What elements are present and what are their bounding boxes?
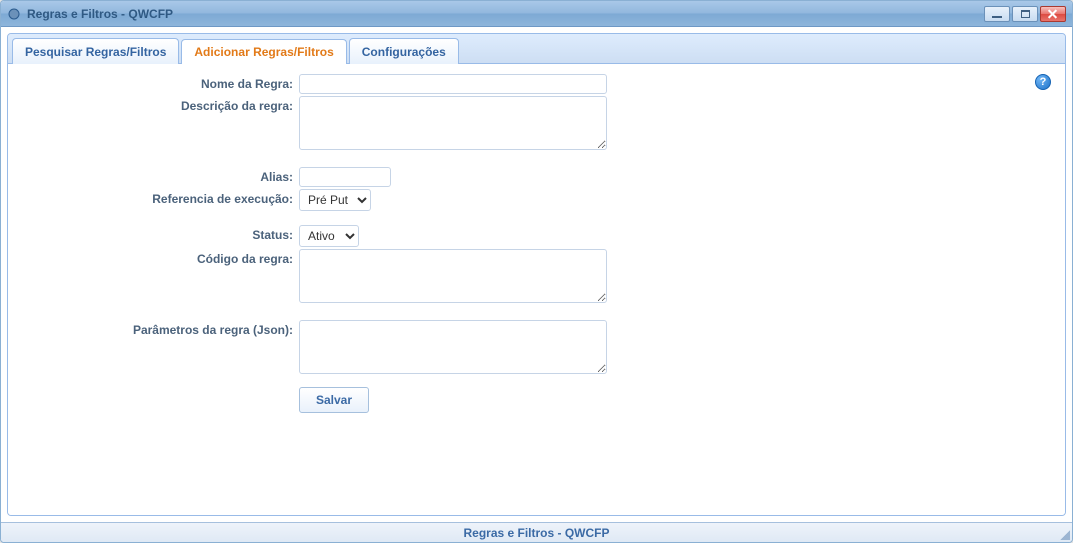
window-frame: Regras e Filtros - QWCFP Pesquisar Regra… [0,0,1073,543]
help-icon[interactable]: ? [1035,74,1051,90]
nome-label: Nome da Regra: [24,74,299,94]
tab-label: Pesquisar Regras/Filtros [25,45,166,59]
main-panel: Pesquisar Regras/Filtros Adicionar Regra… [7,33,1066,516]
minimize-button[interactable] [984,6,1010,22]
codigo-textarea[interactable] [299,249,607,303]
close-button[interactable] [1040,6,1066,22]
tab-label: Adicionar Regras/Filtros [194,45,333,59]
titlebar[interactable]: Regras e Filtros - QWCFP [1,1,1072,27]
tab-label: Configurações [362,45,446,59]
tabstrip: Pesquisar Regras/Filtros Adicionar Regra… [8,34,1065,64]
ref-exec-label: Referencia de execução: [24,189,299,209]
maximize-button[interactable] [1012,6,1038,22]
codigo-label: Código da regra: [24,249,299,269]
descricao-textarea[interactable] [299,96,607,150]
descricao-label: Descrição da regra: [24,96,299,116]
status-select[interactable]: Ativo [299,225,359,247]
resize-grip-icon[interactable] [1058,528,1070,540]
params-textarea[interactable] [299,320,607,374]
salvar-button[interactable]: Salvar [299,387,369,413]
statusbar: Regras e Filtros - QWCFP [1,522,1072,542]
alias-label: Alias: [24,167,299,187]
tab-adicionar[interactable]: Adicionar Regras/Filtros [181,39,346,65]
status-label: Status: [24,225,299,245]
statusbar-text: Regras e Filtros - QWCFP [463,526,609,540]
nome-input[interactable] [299,74,607,94]
add-rule-form: Nome da Regra: Descrição da regra: A [24,74,1049,413]
tab-body: ? Nome da Regra: Descrição da regra: [8,64,1065,515]
maximize-icon [1021,10,1030,18]
ref-exec-select[interactable]: Pré Put [299,189,371,211]
minimize-icon [992,16,1002,18]
window-title: Regras e Filtros - QWCFP [27,7,173,21]
alias-input[interactable] [299,167,391,187]
params-label: Parâmetros da regra (Json): [24,320,299,340]
app-icon [7,7,21,21]
tab-pesquisar[interactable]: Pesquisar Regras/Filtros [12,38,179,64]
help-glyph: ? [1040,76,1047,88]
client-area: Pesquisar Regras/Filtros Adicionar Regra… [1,27,1072,522]
tab-configuracoes[interactable]: Configurações [349,38,459,64]
